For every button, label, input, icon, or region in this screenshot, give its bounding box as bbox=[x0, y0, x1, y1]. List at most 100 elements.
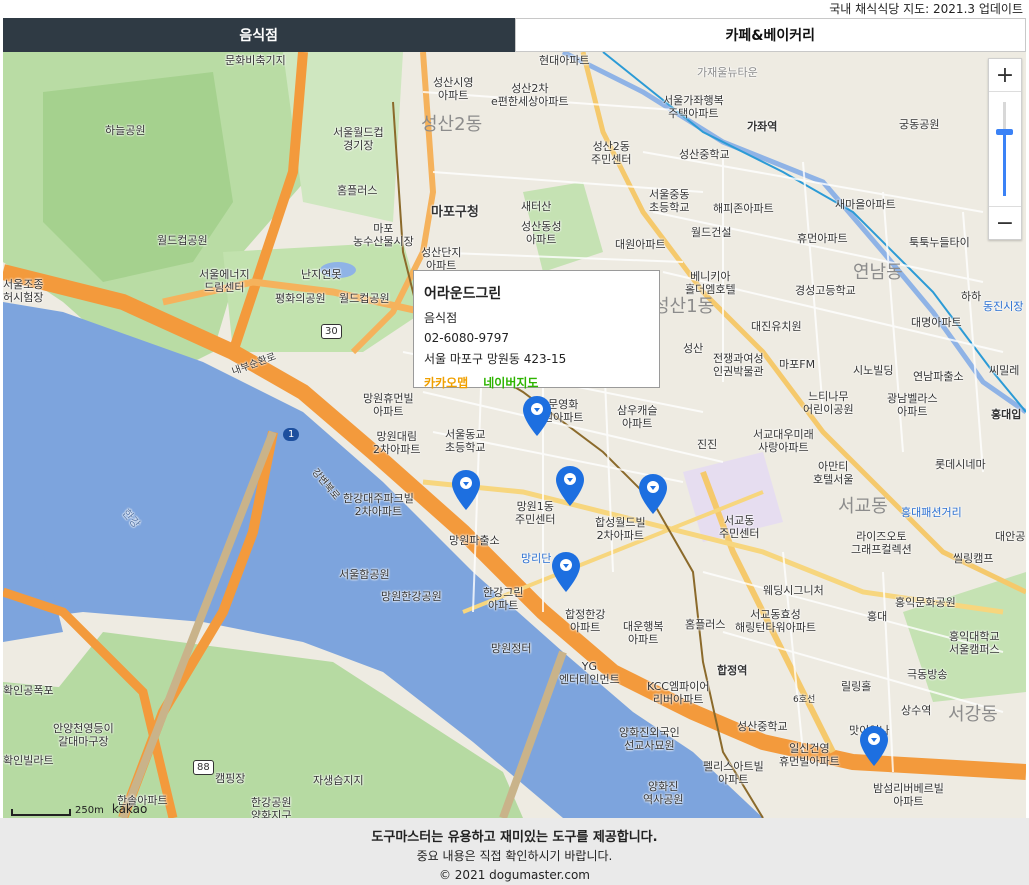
place-label: KCC엠파이어 리버아파트 bbox=[647, 680, 710, 706]
map-base bbox=[3, 52, 1026, 818]
place-label: 서교동 주민센터 bbox=[719, 514, 760, 540]
place-label: 난지연못 bbox=[301, 268, 342, 281]
zoom-in-button[interactable]: + bbox=[989, 59, 1021, 91]
place-label: 아만티 호텔서울 bbox=[813, 460, 854, 486]
footer: 도구마스터는 유용하고 재미있는 도구를 제공합니다. 중요 내용은 직접 확인… bbox=[0, 818, 1029, 885]
place-label: 서교동효성 해링턴타워아파트 bbox=[735, 608, 816, 634]
place-label: 서울조종 허시험장 bbox=[3, 278, 44, 304]
scale-bar bbox=[11, 809, 71, 816]
place-label: 성산2차 e편한세상아파트 bbox=[491, 82, 569, 108]
place-label: 서울가좌행복 주택아파트 bbox=[663, 94, 724, 120]
place-label: 자생습지지 bbox=[313, 774, 364, 787]
place-label: 성산 bbox=[683, 342, 704, 355]
place-label: 광남벨라스 아파트 bbox=[887, 392, 938, 418]
footer-copyright: © 2021 dogumaster.com bbox=[438, 868, 590, 882]
place-label: 서울함공원 bbox=[339, 568, 390, 581]
navermap-link[interactable]: 네이버지도 bbox=[483, 376, 538, 390]
zoom-handle[interactable] bbox=[996, 129, 1013, 135]
place-label: 씰링캠프 bbox=[953, 552, 994, 565]
place-label: 성산중학교 bbox=[737, 720, 788, 733]
place-label: 양화진 역사공원 bbox=[643, 780, 684, 806]
restaurant-marker[interactable] bbox=[552, 552, 580, 592]
place-label: 웨딩시그니처 bbox=[763, 584, 824, 597]
popup-phone: 02-6080-9797 bbox=[424, 331, 510, 345]
place-label: 극동방송 bbox=[907, 668, 948, 681]
popup-links: 카카오맵 네이버지도 bbox=[424, 372, 649, 391]
road-shield: 30 bbox=[321, 324, 342, 339]
footer-line1: 도구마스터는 유용하고 재미있는 도구를 제공합니다. bbox=[371, 830, 658, 845]
place-label: 성산단지 아파트 bbox=[421, 246, 462, 272]
place-label: 한강그린 아파트 bbox=[483, 586, 524, 612]
place-label: YG 엔터테인먼트 bbox=[559, 660, 620, 686]
place-label: 현대아파트 bbox=[539, 54, 590, 67]
place-label: 홈플러스 bbox=[685, 618, 726, 631]
place-label: 대명아파트 bbox=[911, 316, 962, 329]
place-label: 망원대림 2차아파트 bbox=[373, 430, 421, 456]
place-label: 느티나무 어린이공원 bbox=[803, 390, 854, 416]
zoom-slider[interactable] bbox=[989, 91, 1021, 207]
place-label: 월드건설 bbox=[691, 226, 732, 239]
scale-label: 250m bbox=[75, 805, 104, 816]
place-label: 동진시장 bbox=[983, 300, 1024, 313]
restaurant-marker[interactable] bbox=[639, 474, 667, 514]
road-shield: 1 bbox=[283, 428, 300, 441]
place-label: 가재울뉴타운 bbox=[697, 66, 758, 79]
place-label: 대운행복 아파트 bbox=[623, 620, 664, 646]
place-label: 휴먼아파트 bbox=[797, 232, 848, 245]
place-label: 릴링홀 bbox=[841, 680, 872, 693]
place-label: 캠핑장 bbox=[215, 772, 246, 785]
map-scale: 250m kakao bbox=[11, 802, 147, 816]
place-label: 서울중동 초등학교 bbox=[649, 188, 690, 214]
area-label: 성산2동 bbox=[421, 114, 483, 135]
place-label: 서울월드컵 경기장 bbox=[333, 126, 384, 152]
place-label: 평화의공원 bbox=[275, 292, 326, 305]
place-label: 양화진외국인 선교사묘원 bbox=[619, 726, 680, 752]
place-label: 시노빌딩 bbox=[853, 364, 894, 377]
place-label: 서교대우미래 사랑아파트 bbox=[753, 428, 814, 454]
category-tabs: 음식점 카페&베이커리 bbox=[3, 18, 1026, 52]
tab-restaurant[interactable]: 음식점 bbox=[3, 18, 515, 52]
place-label: 가좌역 bbox=[747, 120, 778, 133]
place-label: 망원파출소 bbox=[449, 534, 500, 547]
place-label: 망리단 bbox=[521, 552, 552, 565]
area-label: 연남동 bbox=[853, 262, 903, 283]
place-label: 마포 농수산물시장 bbox=[353, 222, 414, 248]
place-label: 확인공폭포 bbox=[3, 684, 54, 697]
place-label: 한강공원 양화지구 bbox=[251, 796, 292, 818]
map-view[interactable]: 성산2동 성산1동 연남동 서교동 서강동 30 1 88 내부순환로 강변북로… bbox=[3, 52, 1026, 818]
restaurant-marker[interactable] bbox=[860, 726, 888, 766]
place-label: 성산2동 주민센터 bbox=[591, 140, 632, 166]
area-label: 성산1동 bbox=[653, 296, 715, 317]
zoom-out-button[interactable]: − bbox=[989, 207, 1021, 239]
update-note: 국내 채식식당 지도: 2021.3 업데이트 bbox=[829, 2, 1023, 16]
restaurant-marker[interactable] bbox=[523, 396, 551, 436]
place-label: 망원1동 주민센터 bbox=[515, 500, 556, 526]
restaurant-marker[interactable] bbox=[556, 466, 584, 506]
place-label: 망원휴먼빌 아파트 bbox=[363, 392, 414, 418]
place-label: 진진 bbox=[697, 438, 718, 451]
place-label: 대원아파트 bbox=[615, 238, 666, 251]
place-label: 문화비축기지 bbox=[225, 54, 286, 67]
restaurant-marker[interactable] bbox=[452, 470, 480, 510]
place-label: 성산중학교 bbox=[679, 148, 730, 161]
place-label: 씨밀레 bbox=[989, 364, 1020, 377]
place-label: 밤섬리버베르빌 아파트 bbox=[873, 782, 944, 808]
place-label: 성산동성 아파트 bbox=[521, 220, 562, 246]
place-label: 월드컵공원 bbox=[339, 292, 390, 305]
place-label: 상수역 bbox=[901, 704, 932, 717]
place-label: 홈플러스 bbox=[337, 184, 378, 197]
place-label: 합정한강 아파트 bbox=[565, 608, 606, 634]
place-label: 홍대입 bbox=[991, 408, 1022, 421]
place-label: 서울에너지 드림센터 bbox=[199, 268, 250, 294]
place-label: 망원한강공원 bbox=[381, 590, 442, 603]
kakaomap-link[interactable]: 카카오맵 bbox=[424, 376, 468, 390]
place-label: 경성고등학교 bbox=[795, 284, 856, 297]
place-label: 홍대 bbox=[867, 610, 888, 623]
place-label: 펠리스아트빌 아파트 bbox=[703, 760, 764, 786]
tab-cafe-bakery[interactable]: 카페&베이커리 bbox=[514, 18, 1026, 52]
area-label: 서강동 bbox=[948, 704, 998, 725]
place-label: 하늘공원 bbox=[105, 124, 146, 137]
popup-category: 음식점 bbox=[424, 311, 458, 325]
place-label: 하하 bbox=[961, 290, 982, 303]
place-label: 새마을아파트 bbox=[835, 198, 896, 211]
